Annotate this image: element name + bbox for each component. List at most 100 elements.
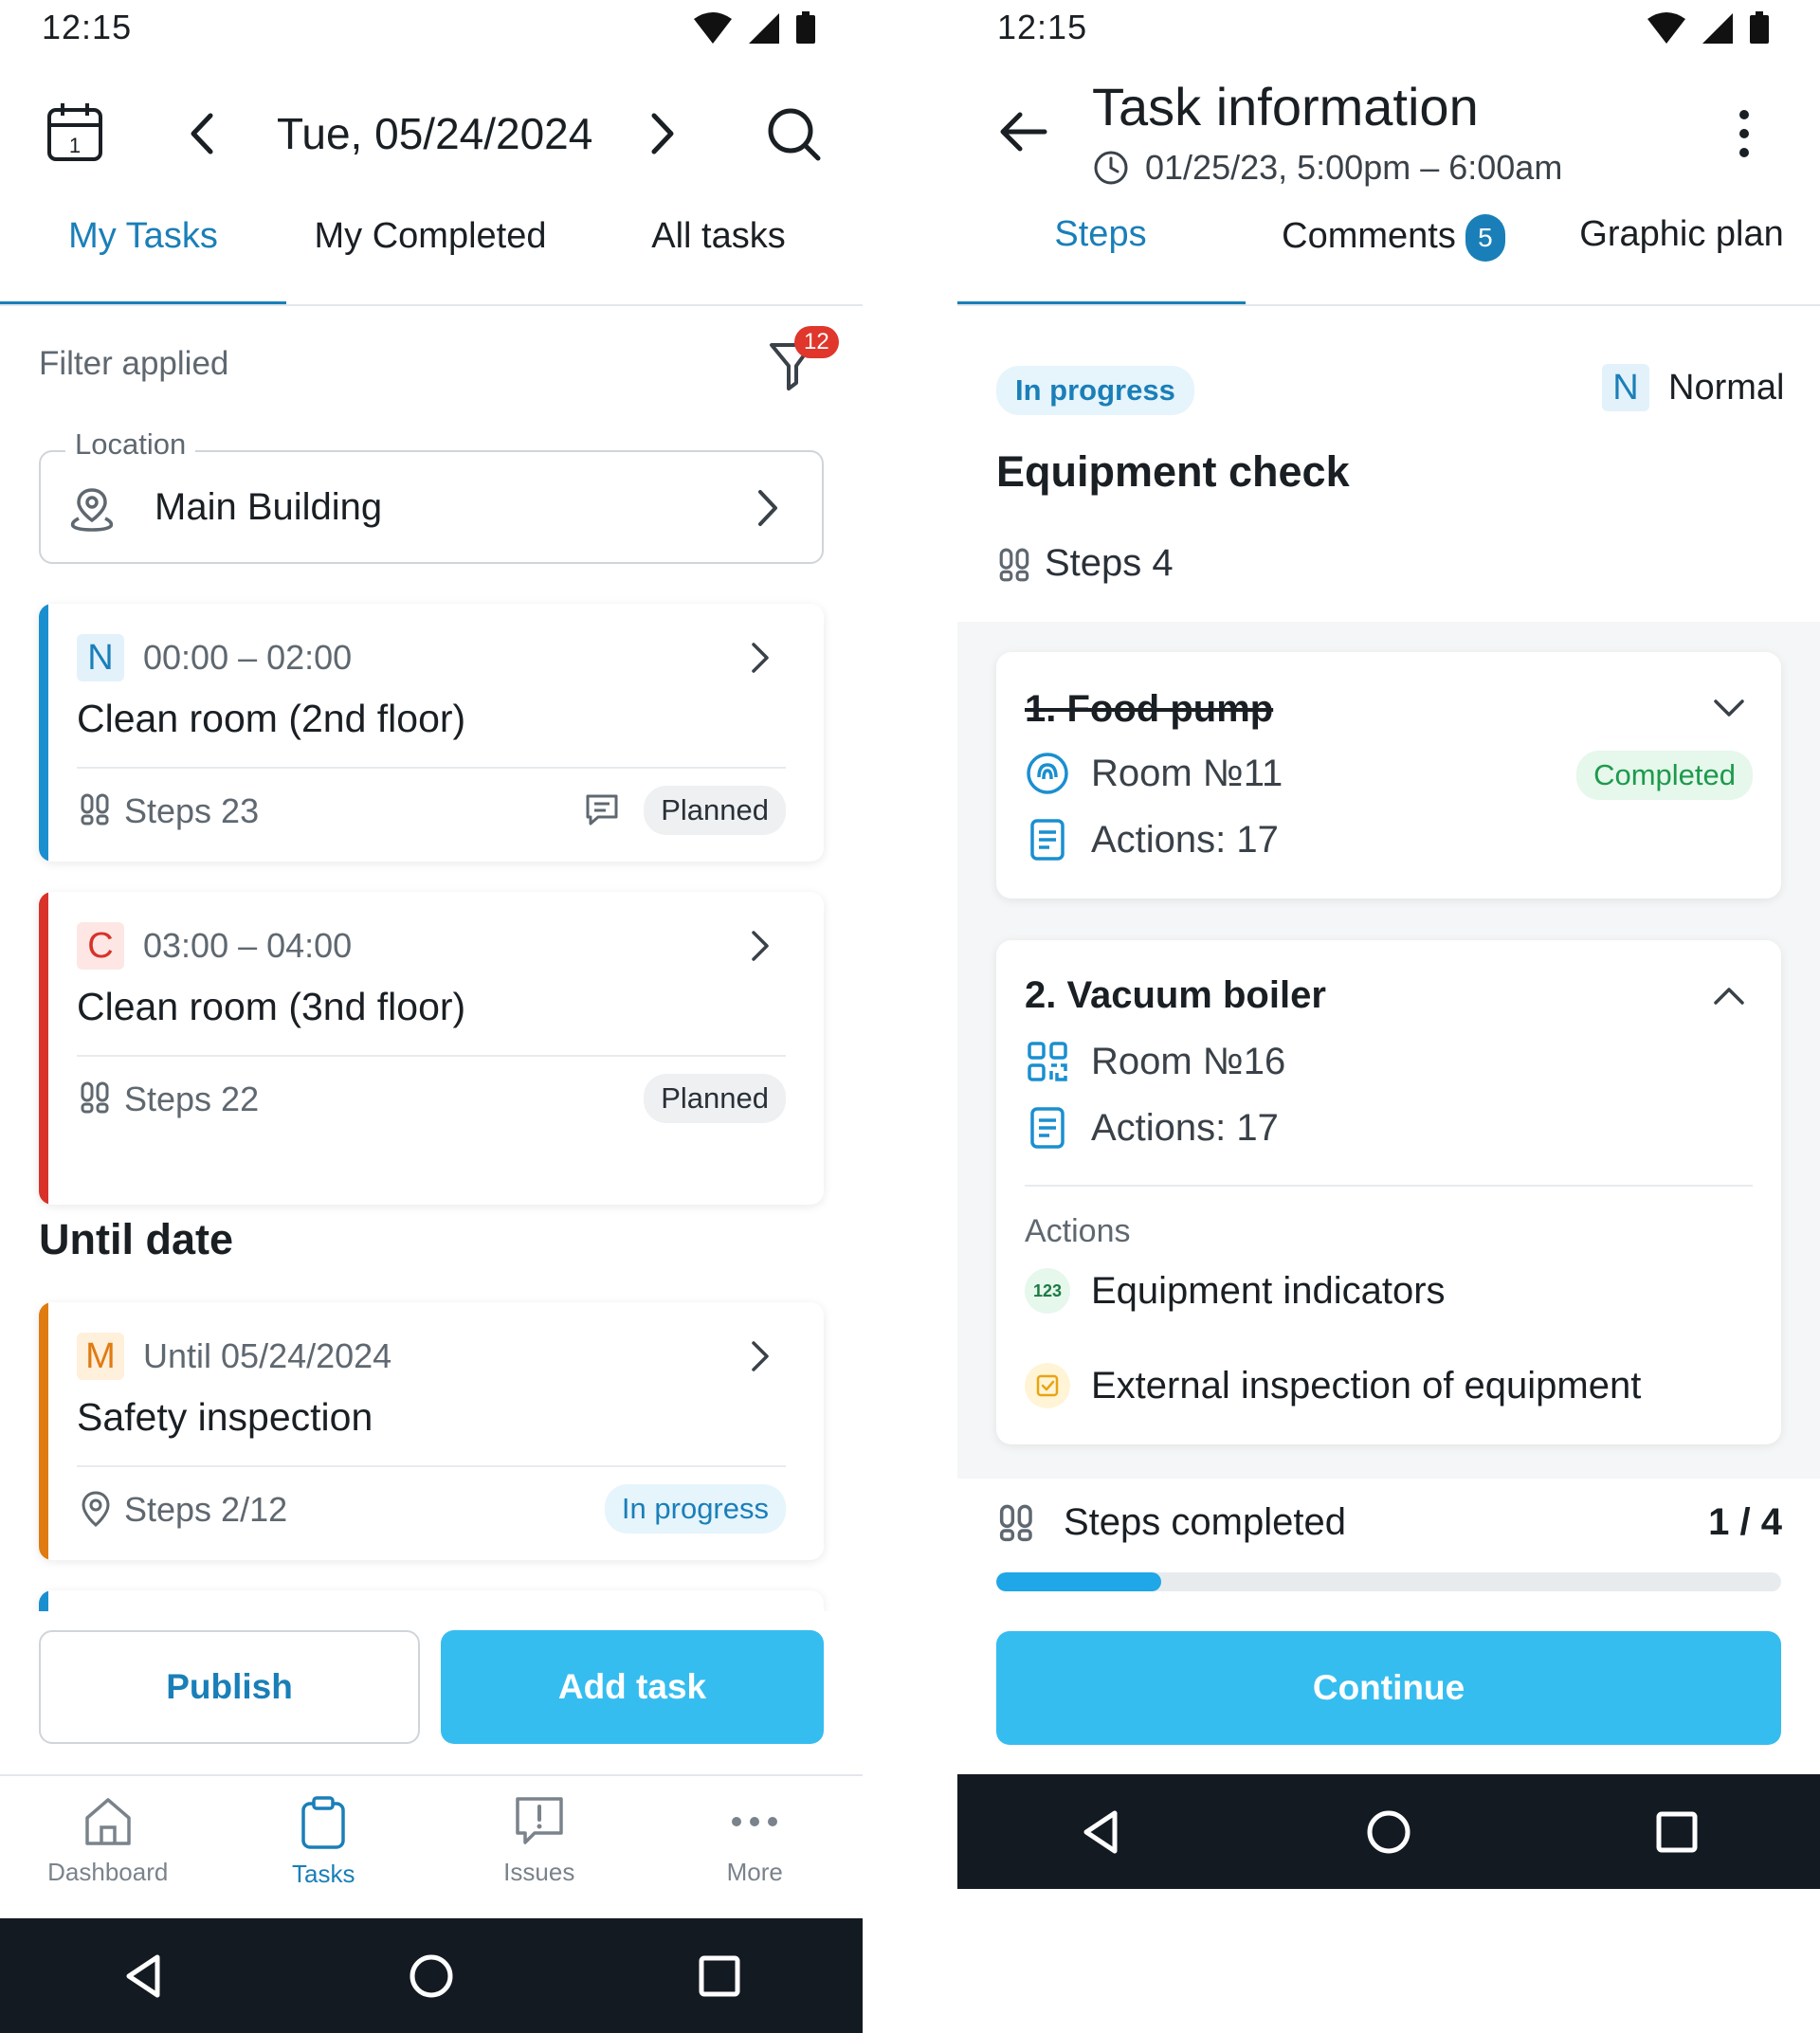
action-label: External inspection of equipment: [1091, 1364, 1642, 1407]
step-title: 1. Food pump: [1025, 688, 1274, 730]
numeric-input-icon: 123: [1025, 1268, 1070, 1314]
home-circle-icon[interactable]: [408, 1952, 455, 2000]
recents-square-icon[interactable]: [698, 1954, 741, 1998]
back-triangle-icon[interactable]: [1079, 1808, 1122, 1856]
step-room: Room №16: [1025, 1039, 1285, 1084]
action-item[interactable]: External inspection of equipment: [1025, 1363, 1641, 1408]
action-item[interactable]: 123 Equipment indicators: [1025, 1268, 1446, 1314]
next-date-button[interactable]: [648, 112, 677, 155]
steps-icon: [999, 1504, 1032, 1542]
qr-code-icon: [1028, 1042, 1067, 1081]
tab-my-completed[interactable]: My Completed: [286, 216, 574, 273]
step-room-text: Room №16: [1091, 1040, 1286, 1082]
chevron-right-icon: [651, 113, 674, 154]
more-vertical-icon: [1739, 110, 1749, 157]
card-divider: [1025, 1185, 1753, 1187]
nav-issues[interactable]: Issues: [431, 1776, 647, 1918]
step-actions-count: Actions: 17: [1025, 1105, 1279, 1151]
priority-stripe: [39, 1302, 48, 1560]
continue-button[interactable]: Continue: [996, 1631, 1781, 1745]
filter-button[interactable]: 12: [764, 326, 840, 390]
svg-text:1: 1: [69, 134, 81, 157]
chevron-right-icon: [758, 490, 777, 526]
issue-icon: [516, 1797, 563, 1844]
task-card[interactable]: C 03:00 – 04:00 Clean room (3nd floor) S…: [39, 892, 824, 1205]
comment-icon: [586, 794, 618, 826]
home-circle-icon[interactable]: [1365, 1808, 1412, 1856]
status-time: 12:15: [42, 8, 133, 46]
battery-icon: [796, 11, 815, 44]
step-card[interactable]: 2. Vacuum boiler Room №16 Actions: 17 Ac…: [996, 940, 1781, 1444]
section-title-until-date: Until date: [39, 1215, 234, 1263]
steps-icon: [81, 1081, 109, 1114]
steps-completed-value: 1 / 4: [1708, 1501, 1782, 1543]
task-card[interactable]: M Until 05/24/2024 Safety inspection Ste…: [39, 1302, 824, 1560]
task-card[interactable]: [39, 1590, 824, 1611]
steps-icon: [81, 793, 109, 826]
system-navigation-bar: [0, 1918, 863, 2033]
recents-square-icon[interactable]: [1655, 1810, 1699, 1854]
prev-date-button[interactable]: [188, 112, 216, 155]
home-icon: [85, 1798, 131, 1845]
page-title: Task information: [1092, 77, 1479, 136]
signal-icon: [749, 13, 779, 44]
task-datetime-text: 01/25/23, 5:00pm – 6:00am: [1145, 148, 1563, 187]
location-pin-icon: [82, 1491, 110, 1527]
steps-count: Steps 4: [1045, 542, 1174, 584]
priority-stripe: [39, 604, 48, 862]
nav-dashboard[interactable]: Dashboard: [0, 1776, 216, 1918]
back-triangle-icon[interactable]: [121, 1952, 165, 2000]
wifi-icon: [694, 12, 732, 44]
nav-label: Tasks: [292, 1860, 355, 1888]
tab-my-tasks[interactable]: My Tasks: [0, 216, 286, 273]
search-button[interactable]: [766, 106, 823, 163]
tasks-screen: 12:15 1 Tue, 05/24/2024 My Tasks My Comp…: [0, 0, 863, 2033]
chevron-right-icon: [752, 931, 769, 961]
status-badge: In progress: [604, 1484, 786, 1534]
steps-progress-fill: [996, 1572, 1161, 1591]
signal-icon: [1702, 13, 1733, 44]
chevron-right-icon: [752, 643, 769, 673]
nav-more[interactable]: More: [647, 1776, 864, 1918]
priority-badge: N: [1602, 364, 1649, 411]
chevron-right-icon: [752, 1341, 769, 1371]
task-title: Clean room (3nd floor): [77, 985, 466, 1028]
checkbox-icon: [1025, 1363, 1070, 1408]
calendar-button[interactable]: 1: [46, 100, 104, 163]
current-date[interactable]: Tue, 05/24/2024: [277, 108, 592, 159]
location-field[interactable]: Location Main Building: [39, 427, 824, 564]
clock-icon: [1094, 151, 1128, 185]
tab-all-tasks[interactable]: All tasks: [574, 216, 863, 273]
tab-comments[interactable]: Comments 5: [1244, 214, 1543, 271]
back-button[interactable]: [997, 110, 1048, 154]
step-status-badge: Completed: [1576, 751, 1753, 800]
document-icon: [1030, 819, 1065, 861]
battery-icon: [1750, 11, 1769, 44]
card-divider: [77, 1055, 786, 1057]
publish-button[interactable]: Publish: [39, 1630, 420, 1744]
priority-badge: N: [77, 634, 124, 681]
bottom-navigation: Dashboard Tasks Issues More: [0, 1774, 863, 1918]
nav-label: Dashboard: [47, 1858, 169, 1886]
status-icons: [1646, 11, 1771, 45]
step-room-text: Room №11: [1091, 752, 1283, 794]
tab-comments-label: Comments: [1282, 216, 1456, 257]
system-navigation-bar: [957, 1774, 1820, 1889]
tab-steps[interactable]: Steps: [957, 214, 1244, 271]
overflow-menu-button[interactable]: [1735, 108, 1754, 159]
priority-badge: M: [77, 1333, 124, 1380]
task-info-screen: 12:15 Task information 01/25/23, 5:00pm …: [957, 0, 1820, 1889]
tab-graphic-plan[interactable]: Graphic plan: [1543, 214, 1820, 271]
wifi-icon: [1647, 12, 1685, 44]
task-title: Clean room (2nd floor): [77, 697, 466, 740]
actions-heading: Actions: [1025, 1213, 1131, 1249]
status-badge: Planned: [644, 1074, 786, 1123]
card-divider: [77, 767, 786, 769]
step-card[interactable]: 1. Food pump Room №11 Completed Actions:…: [996, 652, 1781, 899]
steps-completed-label: Steps completed: [1064, 1501, 1346, 1543]
task-card[interactable]: N 00:00 – 02:00 Clean room (2nd floor) S…: [39, 604, 824, 862]
status-icons: [692, 11, 817, 45]
nav-tasks[interactable]: Tasks: [216, 1776, 432, 1918]
add-task-button[interactable]: Add task: [441, 1630, 824, 1744]
task-steps: Steps 22: [124, 1080, 260, 1118]
